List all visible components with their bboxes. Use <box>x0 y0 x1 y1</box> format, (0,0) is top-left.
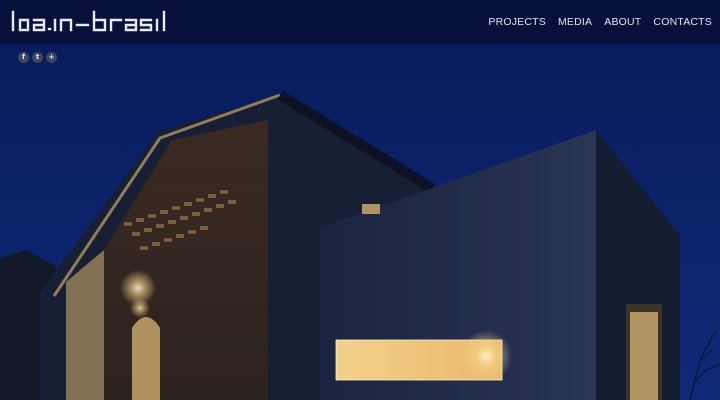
brand-logo[interactable]: lda.in-brasil <box>10 0 172 44</box>
brand-logo-mark <box>11 10 166 32</box>
main-nav: PROJECTS MEDIA ABOUT CONTACTS <box>488 0 712 44</box>
social-links: f t + <box>18 52 57 63</box>
nav-projects[interactable]: PROJECTS <box>488 16 546 28</box>
twitter-glyph: t <box>35 53 40 61</box>
hero-house-photo <box>0 0 720 400</box>
facebook-glyph: f <box>21 53 26 61</box>
plus-icon[interactable]: + <box>46 52 57 63</box>
nav-media[interactable]: MEDIA <box>558 16 592 28</box>
facebook-icon[interactable]: f <box>18 52 29 63</box>
twitter-icon[interactable]: t <box>32 52 43 63</box>
nav-about[interactable]: ABOUT <box>604 16 641 28</box>
plus-glyph: + <box>48 53 55 61</box>
top-navbar: lda.in-brasil PROJECTS MEDIA AB <box>0 0 720 44</box>
nav-contacts[interactable]: CONTACTS <box>653 16 712 28</box>
